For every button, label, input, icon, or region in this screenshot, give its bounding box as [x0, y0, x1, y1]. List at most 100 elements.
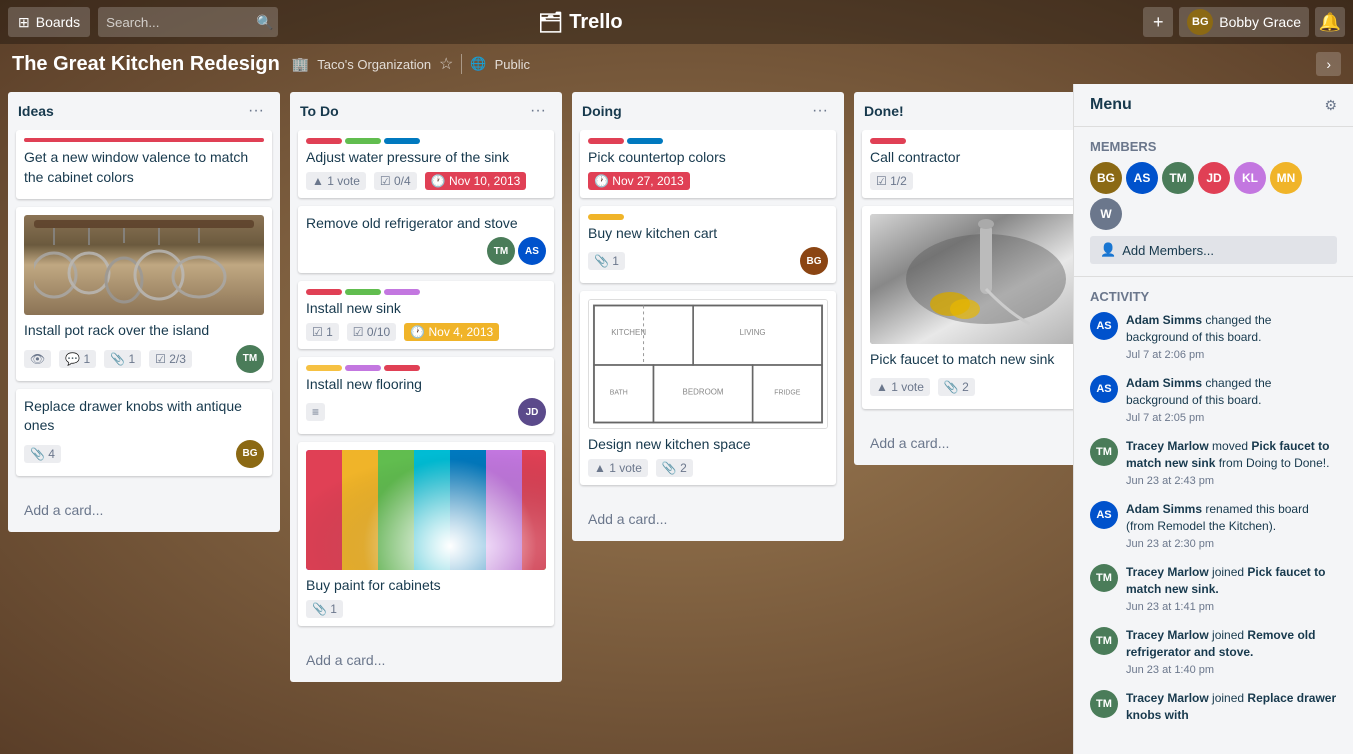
- column-title-todo: To Do: [300, 103, 339, 119]
- add-card-doing[interactable]: Add a card...: [580, 505, 836, 533]
- card-doing-3[interactable]: KITCHEN LIVING BATH BEDROOM FRIDGE Desig…: [580, 291, 836, 485]
- card-member-avatar: JD: [518, 398, 546, 426]
- activity-content-6: Tracey Marlow joined Replace drawer knob…: [1126, 690, 1337, 726]
- svg-text:KITCHEN: KITCHEN: [611, 328, 646, 337]
- activity-content-5: Tracey Marlow joined Remove old refriger…: [1126, 627, 1337, 678]
- member-avatar-0[interactable]: BG: [1090, 162, 1122, 194]
- member-avatar-4[interactable]: KL: [1234, 162, 1266, 194]
- members-section-title: Members: [1090, 139, 1337, 154]
- user-button[interactable]: BG Bobby Grace: [1179, 7, 1309, 37]
- card-meta: ▲ 1 vote 📎 2: [588, 459, 828, 477]
- members-row: BG AS TM JD KL MN W: [1090, 162, 1337, 230]
- date-badge: 🕐 Nov 10, 2013: [425, 172, 527, 190]
- members-section: Members BG AS TM JD KL MN W 👤 Add Member…: [1074, 127, 1353, 277]
- tag-red: [306, 138, 342, 144]
- card-title: Buy new kitchen cart: [588, 224, 828, 244]
- tag-blue: [627, 138, 663, 144]
- add-card-todo[interactable]: Add a card...: [298, 646, 554, 674]
- board-meta: 🏢 Taco's Organization ☆ 🌐 Public: [292, 54, 530, 74]
- activity-user: Adam Simms: [1126, 376, 1202, 390]
- tag-yellow: [306, 365, 342, 371]
- notification-button[interactable]: 🔔: [1315, 7, 1345, 37]
- card-done-2[interactable]: Pick faucet to match new sink ▲ 1 vote 📎…: [862, 206, 1073, 410]
- panel-close-button[interactable]: ⚙: [1324, 97, 1337, 114]
- activity-avatar-0: AS: [1090, 312, 1118, 340]
- attach-badge: 📎 1: [104, 350, 141, 368]
- add-button[interactable]: +: [1143, 7, 1173, 37]
- tag-orange: [588, 214, 624, 220]
- card-todo-1[interactable]: Adjust water pressure of the sink ▲ 1 vo…: [298, 130, 554, 198]
- card-meta: 📎 1 BG: [588, 247, 828, 275]
- activity-avatar-2: TM: [1090, 438, 1118, 466]
- tag-red: [870, 138, 906, 144]
- add-card-ideas[interactable]: Add a card...: [16, 496, 272, 524]
- card-meta: ☑ 1 ☑ 0/10 🕐 Nov 4, 2013: [306, 323, 546, 341]
- column-footer-doing: Add a card...: [572, 501, 844, 541]
- tag-green: [345, 289, 381, 295]
- svg-text:BATH: BATH: [610, 390, 628, 397]
- column-menu-ideas[interactable]: ···: [242, 100, 270, 122]
- activity-user: Tracey Marlow: [1126, 691, 1209, 705]
- card-doing-2[interactable]: Buy new kitchen cart 📎 1 BG: [580, 206, 836, 284]
- column-done: Done! ··· Call contractor ☑ 1/2: [854, 92, 1073, 465]
- column-header-todo: To Do ···: [290, 92, 562, 130]
- user-name: Bobby Grace: [1219, 14, 1301, 30]
- color-swatch-image: [306, 450, 546, 570]
- checklist2-badge: ☑ 1: [306, 323, 339, 341]
- add-card-done[interactable]: Add a card...: [862, 429, 1073, 457]
- member-avatar-3[interactable]: JD: [1198, 162, 1230, 194]
- card-title: Pick countertop colors: [588, 148, 828, 168]
- add-members-button[interactable]: 👤 Add Members...: [1090, 236, 1337, 264]
- user-avatar: BG: [1187, 9, 1213, 35]
- tag-green: [345, 138, 381, 144]
- search-icon: 🔍: [256, 14, 273, 31]
- card-tags: [588, 138, 828, 144]
- activity-item-5: TM Tracey Marlow joined Remove old refri…: [1090, 627, 1337, 678]
- card-title: Install new flooring: [306, 375, 546, 395]
- card-todo-3[interactable]: Install new sink ☑ 1 ☑ 0/10 🕐 Nov 4, 201…: [298, 281, 554, 349]
- card-member-avatar: TM: [487, 237, 515, 265]
- card-todo-4[interactable]: Install new flooring ≡ JD: [298, 357, 554, 435]
- tag-red: [588, 138, 624, 144]
- card-meta: ≡ JD: [306, 398, 546, 426]
- card-tags: [306, 365, 546, 371]
- boards-button[interactable]: ⊞ Boards: [8, 7, 90, 37]
- member-avatar-6[interactable]: W: [1090, 198, 1122, 230]
- column-menu-todo[interactable]: ···: [524, 100, 552, 122]
- search-input[interactable]: [98, 7, 278, 37]
- attach-badge: 📎 4: [24, 445, 61, 463]
- star-button[interactable]: ☆: [439, 54, 453, 74]
- member-avatar-1[interactable]: AS: [1126, 162, 1158, 194]
- card-member-avatar: TM: [236, 345, 264, 373]
- column-todo: To Do ··· Adjust water pressure of the s…: [290, 92, 562, 682]
- activity-time: Jul 7 at 2:05 pm: [1126, 411, 1337, 426]
- member-avatar-2[interactable]: TM: [1162, 162, 1194, 194]
- header-actions: + BG Bobby Grace 🔔: [1143, 7, 1345, 37]
- card-ideas-3[interactable]: Replace drawer knobs with antique ones 📎…: [16, 389, 272, 476]
- card-done-1[interactable]: Call contractor ☑ 1/2: [862, 130, 1073, 198]
- activity-content-0: Adam Simms changed the background of thi…: [1126, 312, 1337, 363]
- checklist-badge: ☑ 0/4: [374, 172, 417, 190]
- card-title: Remove old refrigerator and stove: [306, 214, 546, 234]
- boards-label: Boards: [36, 14, 80, 30]
- column-cards-doing: Pick countertop colors 🕐 Nov 27, 2013 Bu…: [572, 130, 844, 501]
- activity-item-6: TM Tracey Marlow joined Replace drawer k…: [1090, 690, 1337, 726]
- member-avatar-5[interactable]: MN: [1270, 162, 1302, 194]
- column-title-doing: Doing: [582, 103, 622, 119]
- card-ideas-1[interactable]: Get a new window valence to match the ca…: [16, 130, 272, 199]
- date-badge: 🕐 Nov 27, 2013: [588, 172, 690, 190]
- panel-title: Menu: [1090, 96, 1132, 114]
- date-badge: 🕐 Nov 4, 2013: [404, 323, 499, 341]
- activity-user: Adam Simms: [1126, 313, 1202, 327]
- column-header-doing: Doing ···: [572, 92, 844, 130]
- collapse-panel-button[interactable]: ›: [1316, 52, 1341, 76]
- column-menu-doing[interactable]: ···: [806, 100, 834, 122]
- activity-user: Tracey Marlow: [1126, 439, 1209, 453]
- card-doing-1[interactable]: Pick countertop colors 🕐 Nov 27, 2013: [580, 130, 836, 198]
- card-todo-2[interactable]: Remove old refrigerator and stove TM AS: [298, 206, 554, 274]
- board-visibility: Public: [495, 57, 530, 72]
- org-icon: 🏢: [292, 56, 309, 73]
- card-ideas-2[interactable]: Install pot rack over the island 👁 💬 1 📎…: [16, 207, 272, 381]
- card-todo-5[interactable]: Buy paint for cabinets 📎 1: [298, 442, 554, 626]
- vote-badge: ▲ 1 vote: [870, 378, 930, 396]
